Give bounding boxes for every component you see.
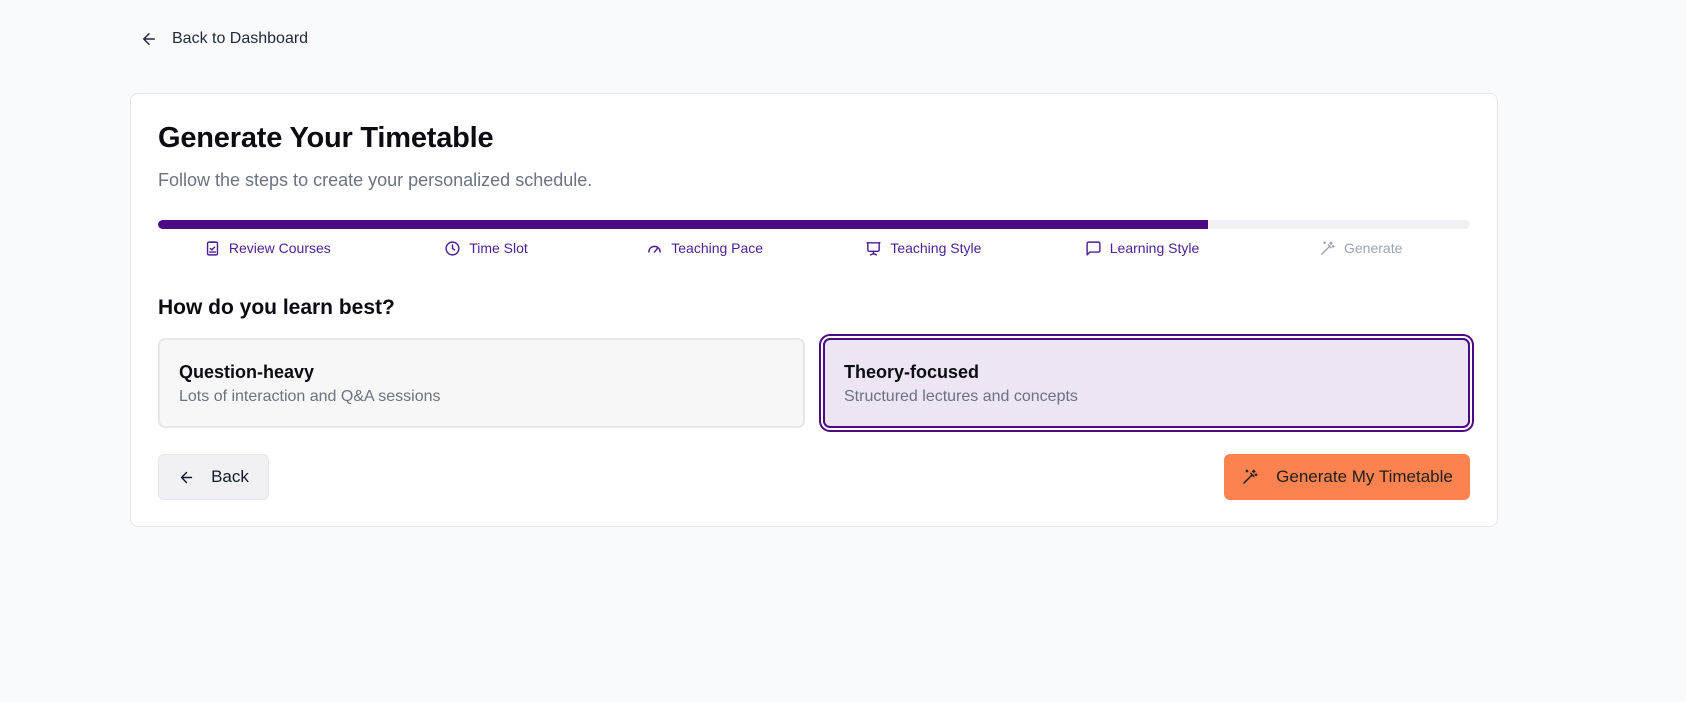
step-label: Time Slot xyxy=(469,240,528,256)
clipboard-check-icon xyxy=(206,240,219,256)
wand-icon xyxy=(1243,469,1258,484)
presentation-icon xyxy=(866,241,881,256)
option-title: Theory-focused xyxy=(844,362,980,382)
progress-bar xyxy=(158,220,1470,229)
back-to-dashboard-link[interactable]: Back to Dashboard xyxy=(140,30,308,48)
step-generate: Generate xyxy=(1251,236,1470,260)
step-label: Teaching Pace xyxy=(671,240,764,256)
wand-icon xyxy=(1321,240,1335,255)
timetable-wizard-card: Generate Your Timetable Follow the steps… xyxy=(130,93,1498,527)
back-button[interactable]: Back xyxy=(158,454,269,500)
step-teaching-pace: Teaching Pace xyxy=(595,236,814,260)
option-description: Lots of interaction and Q&A sessions xyxy=(179,388,441,405)
page-subtitle: Follow the steps to create your personal… xyxy=(158,170,593,190)
back-to-dashboard-label: Back to Dashboard xyxy=(172,30,309,47)
option-description: Structured lectures and concepts xyxy=(844,388,1078,405)
option-theory-focused[interactable]: Theory-focused Structured lectures and c… xyxy=(823,338,1470,428)
generate-button-label: Generate My Timetable xyxy=(1276,467,1453,486)
step-label: Teaching Style xyxy=(890,240,982,256)
step-label: Review Courses xyxy=(228,240,331,256)
arrow-left-icon xyxy=(180,471,193,483)
arrow-left-icon xyxy=(143,33,155,45)
page-title: Generate Your Timetable xyxy=(158,122,494,154)
step-label: Generate xyxy=(1344,240,1403,256)
back-button-label: Back xyxy=(211,467,249,486)
step-indicator: Review Courses Time Slot Teaching Pace T… xyxy=(158,236,1470,260)
step-teaching-style: Teaching Style xyxy=(814,236,1033,260)
step-time-slot: Time Slot xyxy=(377,236,596,260)
question-heading: How do you learn best? xyxy=(158,296,395,319)
option-question-heavy[interactable]: Question-heavy Lots of interaction and Q… xyxy=(158,338,805,428)
message-square-icon xyxy=(1086,240,1101,256)
step-label: Learning Style xyxy=(1109,240,1200,256)
step-review-courses: Review Courses xyxy=(158,236,377,260)
gauge-icon xyxy=(648,245,662,253)
step-learning-style: Learning Style xyxy=(1033,236,1252,260)
option-title: Question-heavy xyxy=(179,362,315,382)
clock-icon xyxy=(445,240,460,256)
progress-bar-fill xyxy=(158,220,1208,229)
generate-timetable-button[interactable]: Generate My Timetable xyxy=(1224,454,1470,500)
